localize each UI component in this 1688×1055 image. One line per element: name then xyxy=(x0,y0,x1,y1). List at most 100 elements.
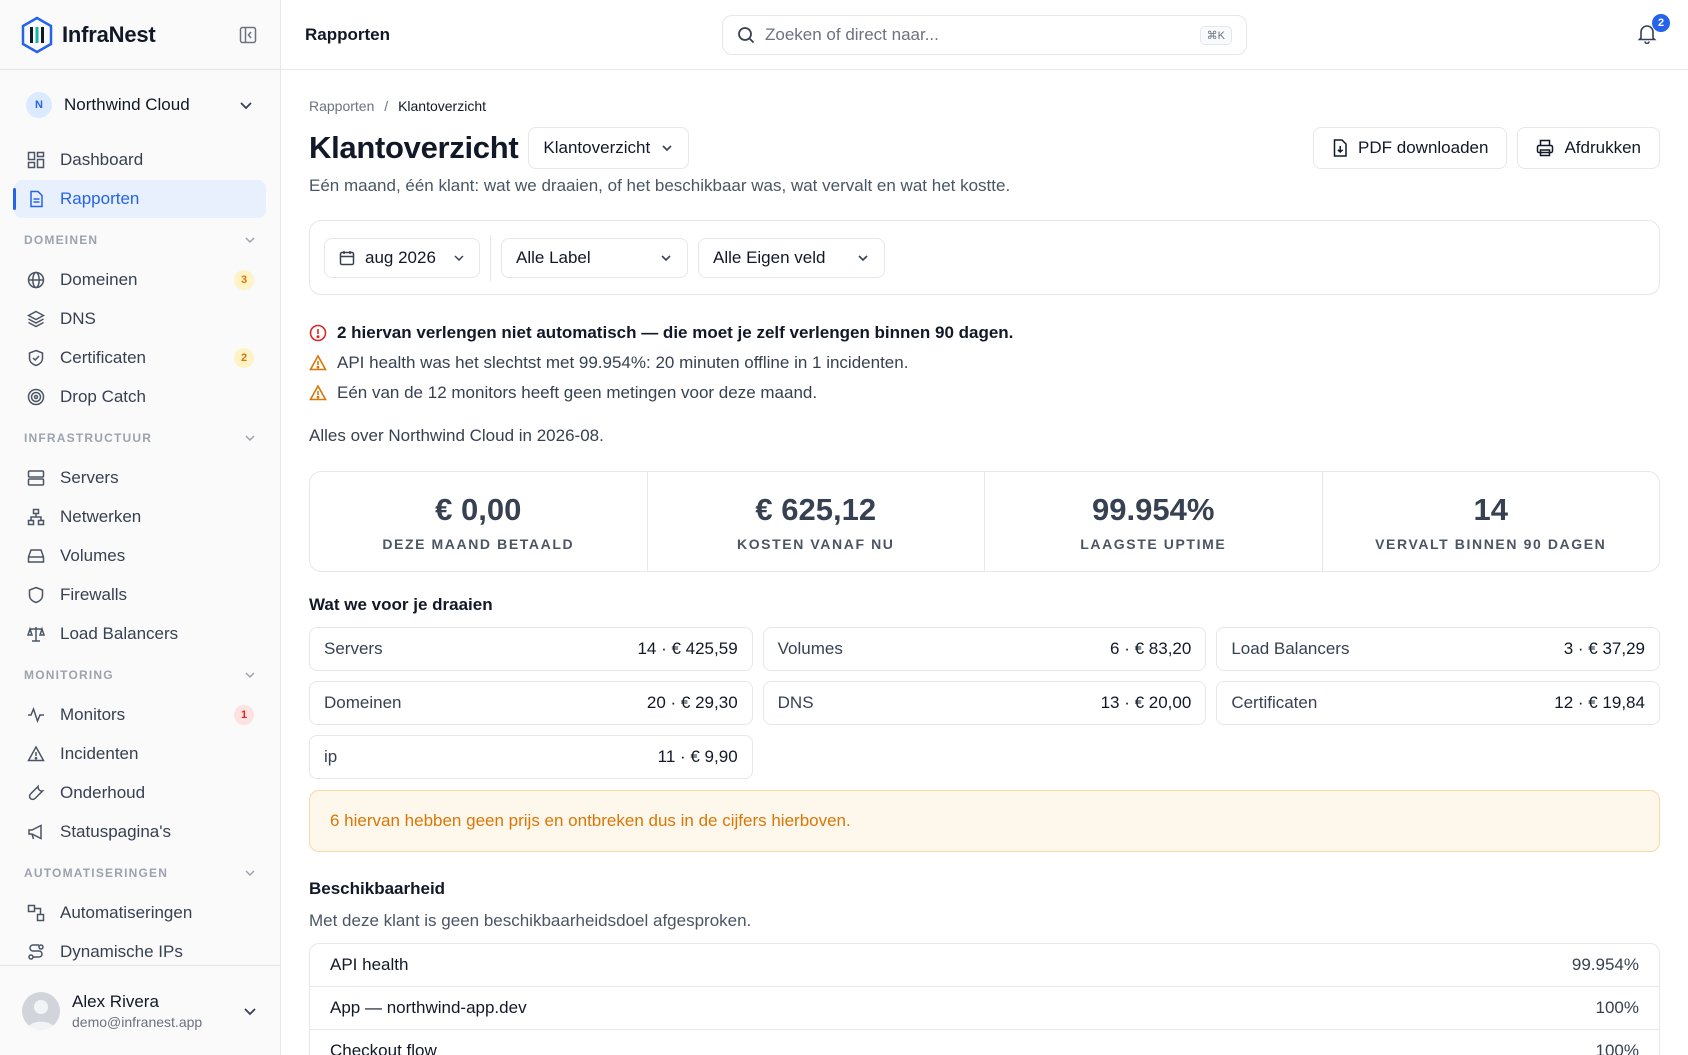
printer-icon xyxy=(1536,139,1554,157)
search-input[interactable]: Zoeken of direct naar... ⌘K xyxy=(722,15,1247,55)
sidebar-item-label: Incidenten xyxy=(60,744,139,763)
label-filter-select[interactable]: Alle Label xyxy=(501,237,688,278)
sidebar-section-infrastructuur[interactable]: INFRASTRUCTUUR xyxy=(0,418,280,458)
print-button[interactable]: Afdrukken xyxy=(1517,127,1660,169)
sidebar-item-label: Statuspagina's xyxy=(60,822,171,841)
topbar-title: Rapporten xyxy=(305,24,390,44)
sidebar-item-drop-catch[interactable]: Drop Catch xyxy=(14,378,266,416)
sidebar-item-label: Domeinen xyxy=(60,270,138,289)
chevron-down-icon xyxy=(242,1003,258,1019)
sidebar-item-label: Volumes xyxy=(60,546,126,565)
resource-value: 20 · € 29,30 xyxy=(646,693,738,712)
sidebar-item-dns[interactable]: DNS xyxy=(14,300,266,338)
alert-error: 2 hiervan verlengen niet automatisch — d… xyxy=(309,318,1013,348)
alert-circle-icon xyxy=(309,324,327,342)
table-row: API health 99.954% xyxy=(310,944,1659,987)
sidebar-item-automatiseringen[interactable]: Automatiseringen xyxy=(14,894,266,932)
sidebar-item-domeinen[interactable]: Domeinen 3 xyxy=(14,261,266,299)
count-badge: 3 xyxy=(234,270,254,290)
breadcrumb-separator: / xyxy=(384,98,389,114)
infranest-logo-icon xyxy=(20,16,54,54)
kpi-strip: € 0,00 DEZE MAAND BETAALD € 625,12 KOSTE… xyxy=(309,471,1660,572)
resource-value: 3 · € 37,29 xyxy=(1563,639,1645,658)
brand: InfraNest xyxy=(0,0,280,70)
section-title: INFRASTRUCTUUR xyxy=(24,431,153,445)
period-select[interactable]: aug 2026 xyxy=(324,237,480,278)
sidebar-item-monitors[interactable]: Monitors 1 xyxy=(14,696,266,734)
sidebar-section-automatiseringen[interactable]: AUTOMATISERINGEN xyxy=(0,853,280,893)
sidebar-item-dashboard[interactable]: Dashboard xyxy=(14,141,266,179)
monitor-name: App — northwind-app.dev xyxy=(330,998,527,1017)
period-value: aug 2026 xyxy=(365,247,436,267)
sidebar-item-statuspaginas[interactable]: Statuspagina's xyxy=(14,813,266,851)
sidebar-item-firewalls[interactable]: Firewalls xyxy=(14,576,266,614)
custom-field-filter-select[interactable]: Alle Eigen veld xyxy=(698,237,885,278)
user-email: demo@infranest.app xyxy=(72,1013,203,1030)
activity-icon xyxy=(26,705,46,725)
breadcrumb: Rapporten / Klantoverzicht xyxy=(309,98,486,114)
sidebar-item-label: Rapporten xyxy=(60,189,140,208)
sidebar-item-certificaten[interactable]: Certificaten 2 xyxy=(14,339,266,377)
sidebar-item-label: DNS xyxy=(60,309,96,328)
sidebar-item-incidenten[interactable]: Incidenten xyxy=(14,735,266,773)
pdf-download-button[interactable]: PDF downloaden xyxy=(1313,127,1508,169)
app-name: InfraNest xyxy=(62,21,156,47)
monitor-name: API health xyxy=(330,955,409,974)
topbar: Rapporten Zoeken of direct naar... ⌘K 2 xyxy=(281,0,1688,70)
kpi-value: € 625,12 xyxy=(755,491,877,527)
user-menu[interactable]: Alex Rivera demo@infranest.app xyxy=(0,965,280,1055)
warning-triangle-icon xyxy=(309,354,327,372)
sidebar-item-netwerken[interactable]: Netwerken xyxy=(14,498,266,536)
table-row: Checkout flow 100% xyxy=(310,1030,1659,1055)
section-title: DOMEINEN xyxy=(24,233,99,247)
chevron-down-icon xyxy=(244,432,256,444)
resource-card: Domeinen 20 · € 29,30 xyxy=(309,681,753,725)
breadcrumb-current: Klantoverzicht xyxy=(398,98,486,114)
count-badge: 2 xyxy=(234,348,254,368)
resource-name: Certificaten xyxy=(1231,693,1318,712)
alert-text: Eén van de 12 monitors heeft geen meting… xyxy=(337,383,818,402)
count-badge: 1 xyxy=(234,705,254,725)
resource-name: Domeinen xyxy=(324,693,402,712)
alert-text: 2 hiervan verlengen niet automatisch — d… xyxy=(337,323,1014,342)
report-type-select[interactable]: Klantoverzicht xyxy=(528,127,690,169)
sidebar-item-label: Load Balancers xyxy=(60,624,179,643)
kpi-label: VERVALT BINNEN 90 DAGEN xyxy=(1375,535,1607,552)
sidebar-item-label: Drop Catch xyxy=(60,387,146,406)
layers-icon xyxy=(26,309,46,329)
report-icon xyxy=(26,189,46,209)
resource-card: DNS 13 · € 20,00 xyxy=(762,681,1207,725)
chevron-down-icon xyxy=(856,251,870,265)
sidebar-item-label: Monitors xyxy=(60,705,126,724)
kpi-value: 14 xyxy=(1473,491,1508,527)
resource-name: Load Balancers xyxy=(1231,639,1350,658)
section-heading-availability: Beschikbaarheid xyxy=(309,879,446,898)
availability-subtitle: Met deze klant is geen beschikbaarheidsd… xyxy=(309,911,752,930)
report-type-value: Klantoverzicht xyxy=(543,138,651,157)
sidebar-section-domeinen[interactable]: DOMEINEN xyxy=(0,220,280,260)
org-switcher[interactable]: N Northwind Cloud xyxy=(0,70,280,140)
sidebar-item-onderhoud[interactable]: Onderhoud xyxy=(14,774,266,812)
kpi-label: LAAGSTE UPTIME xyxy=(1080,535,1227,552)
alert-warning: API health was het slechtst met 99.954%:… xyxy=(309,348,1013,378)
page-subtitle: Eén maand, één klant: wat we draaien, of… xyxy=(309,176,1011,195)
org-name: Northwind Cloud xyxy=(64,95,190,114)
collapse-sidebar-icon[interactable] xyxy=(236,23,260,47)
section-title: MONITORING xyxy=(24,668,114,682)
keyboard-shortcut: ⌘K xyxy=(1199,25,1232,45)
notifications-button[interactable]: 2 xyxy=(1636,14,1670,46)
section-heading-running: Wat we voor je draaien xyxy=(309,595,493,614)
resource-grid: Servers 14 · € 425,59 Volumes 6 · € 83,20 … xyxy=(309,627,1660,779)
sidebar-item-volumes[interactable]: Volumes xyxy=(14,537,266,575)
resource-card: Servers 14 · € 425,59 xyxy=(309,627,753,671)
resource-value: 13 · € 20,00 xyxy=(1100,693,1192,712)
divider xyxy=(490,234,491,281)
sidebar-item-rapporten[interactable]: Rapporten xyxy=(13,180,266,218)
sidebar-item-load-balancers[interactable]: Load Balancers xyxy=(14,615,266,653)
sidebar-item-servers[interactable]: Servers xyxy=(14,459,266,497)
shield-icon xyxy=(26,585,46,605)
resource-card: Volumes 6 · € 83,20 xyxy=(762,627,1207,671)
sidebar-section-monitoring[interactable]: MONITORING xyxy=(0,655,280,695)
breadcrumb-root[interactable]: Rapporten xyxy=(309,98,374,114)
resource-name: DNS xyxy=(777,693,814,712)
